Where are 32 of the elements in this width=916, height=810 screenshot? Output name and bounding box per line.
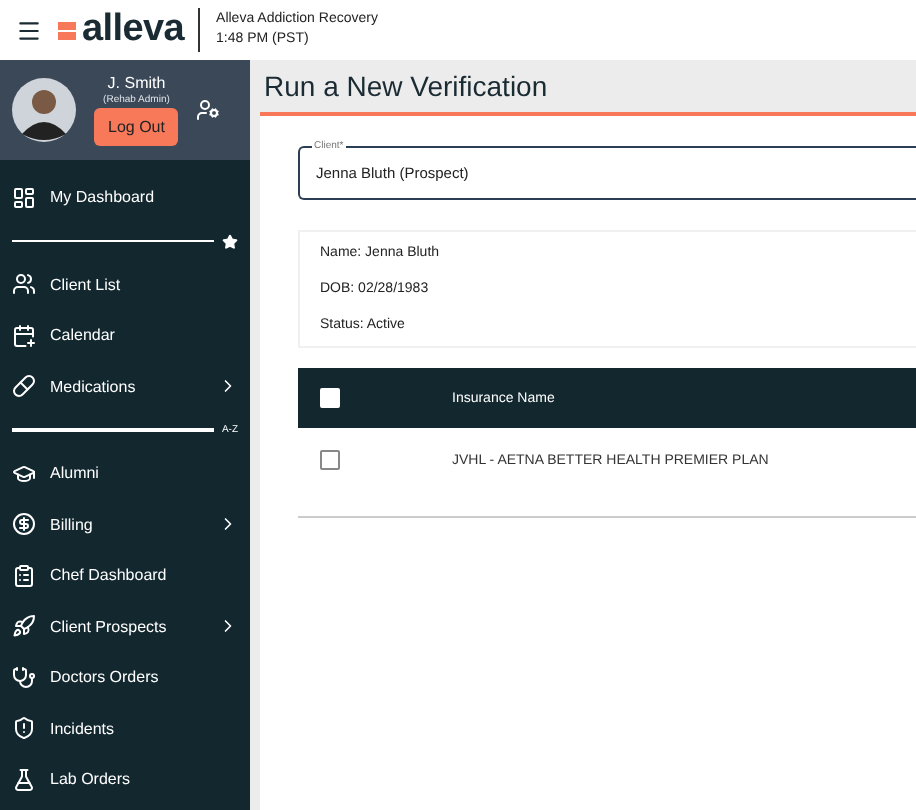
sidebar-item[interactable]: Client Prospects <box>12 601 238 652</box>
graduation-cap-icon <box>12 461 36 486</box>
logo-icon <box>58 19 76 41</box>
stethoscope-icon <box>12 665 36 690</box>
sidebar-item[interactable]: Billing <box>12 499 238 550</box>
calendar-icon <box>12 323 36 348</box>
pill-icon <box>12 374 36 399</box>
log-out-button[interactable]: Log Out <box>94 108 179 146</box>
clipboard-icon <box>12 563 36 588</box>
sidebar-item[interactable]: My Dashboard <box>12 172 238 223</box>
sidebar-item[interactable]: Chef Dashboard <box>12 550 238 601</box>
sidebar-item[interactable]: Alumni <box>12 448 238 499</box>
avatar <box>12 78 76 142</box>
logo: alleva <box>82 8 185 52</box>
user-name: J. Smith <box>107 74 166 92</box>
sidebar-item[interactable]: Client List <box>12 259 238 310</box>
coin-icon <box>12 512 36 537</box>
people-icon <box>12 272 36 297</box>
row-checkbox[interactable] <box>320 450 340 470</box>
sidebar-item[interactable]: Doctors Orders <box>12 652 238 703</box>
shield-icon <box>12 716 36 741</box>
sidebar-item[interactable]: Incidents <box>12 703 238 754</box>
star-icon[interactable] <box>222 233 238 249</box>
flask-icon <box>12 767 36 792</box>
dashboard-icon <box>12 185 36 210</box>
sidebar-item[interactable]: Calendar <box>12 310 238 361</box>
rocket-icon <box>12 614 36 639</box>
select-all-checkbox[interactable] <box>320 388 340 408</box>
user-settings-icon[interactable] <box>196 98 221 122</box>
sidebar-item[interactable]: Medications <box>12 361 238 412</box>
sidebar-item[interactable]: Lab Orders <box>12 754 238 805</box>
menu-icon[interactable] <box>16 17 42 43</box>
